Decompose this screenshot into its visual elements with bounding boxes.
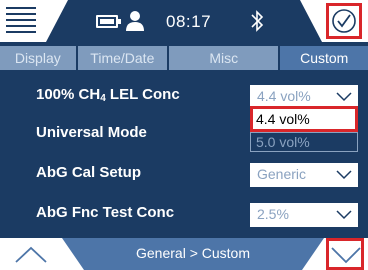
chevron-down-icon <box>336 210 352 220</box>
chevron-down-icon <box>336 170 352 180</box>
menu-icon[interactable] <box>6 7 36 35</box>
chevron-up-icon <box>15 246 47 263</box>
user-icon <box>126 11 144 31</box>
chevron-down-icon <box>331 247 361 264</box>
bluetooth-icon <box>250 9 264 33</box>
confirm-button[interactable] <box>326 3 362 39</box>
scroll-up-button[interactable] <box>14 244 48 266</box>
abg-fnc-test-select[interactable]: 2.5% <box>250 203 358 227</box>
dropdown-option[interactable]: 5.0 vol% <box>250 132 358 152</box>
setting-row-abg-fnc-test: AbG Fnc Test Conc 2.5% <box>0 195 368 235</box>
lel-conc-value: 4.4 vol% <box>257 88 311 104</box>
abg-fnc-test-label: AbG Fnc Test Conc <box>36 204 175 221</box>
universal-mode-label: Universal Mode <box>36 124 147 141</box>
tab-misc[interactable]: Misc <box>169 46 279 70</box>
abg-cal-setup-value: Generic <box>257 166 307 182</box>
tab-bar: Display Time/Date Misc Custom <box>0 46 368 70</box>
scroll-down-button[interactable] <box>326 238 364 270</box>
abg-fnc-test-value: 2.5% <box>257 206 289 222</box>
battery-icon <box>96 15 121 28</box>
dropdown-option-selected[interactable]: 4.4 vol% <box>250 106 358 132</box>
chevron-down-icon <box>336 92 352 102</box>
tab-custom[interactable]: Custom <box>280 46 368 70</box>
abg-cal-setup-select[interactable]: Generic <box>250 163 358 187</box>
setting-row-abg-cal-setup: AbG Cal Setup Generic <box>0 155 368 195</box>
tab-time-date[interactable]: Time/Date <box>77 46 168 70</box>
lel-conc-dropdown: 4.4 vol% 5.0 vol% <box>250 106 358 152</box>
device-screen: 08:17 Display Time/Date Misc Custom 100%… <box>0 0 368 270</box>
breadcrumb: General > Custom <box>136 245 250 261</box>
abg-cal-setup-label: AbG Cal Setup <box>36 164 142 181</box>
clock-time: 08:17 <box>166 12 212 31</box>
checkmark-icon <box>332 9 356 33</box>
status-bar: 08:17 <box>0 0 368 42</box>
lel-conc-label: 100% CH4 LEL Conc <box>36 86 180 104</box>
bottom-bar: General > Custom <box>0 238 368 270</box>
tab-display[interactable]: Display <box>0 46 76 70</box>
